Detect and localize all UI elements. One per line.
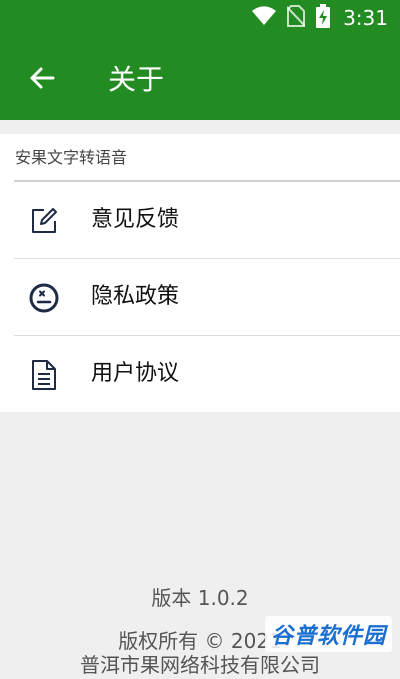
privacy-policy-item[interactable]: 隐私政策 xyxy=(0,259,400,336)
company-name: 普洱市果网络科技有限公司 xyxy=(80,653,320,677)
status-bar: 3:31 xyxy=(0,0,400,36)
status-icons: 3:31 xyxy=(251,4,388,32)
battery-charging-icon xyxy=(315,4,331,32)
user-agreement-item[interactable]: 用户协议 xyxy=(0,336,400,413)
watermark-text: 谷普软件园 xyxy=(270,624,386,649)
arrow-left-icon xyxy=(29,66,55,94)
page-title: 关于 xyxy=(108,63,165,96)
document-icon xyxy=(28,359,60,391)
section-header: 安果文字转语音 xyxy=(15,148,128,167)
user-agreement-label: 用户协议 xyxy=(91,361,180,386)
status-time: 3:31 xyxy=(343,6,388,30)
edit-icon xyxy=(28,205,60,237)
version-text: 版本 1.0.2 xyxy=(151,586,249,610)
feedback-item[interactable]: 意见反馈 xyxy=(0,182,400,259)
privacy-policy-label: 隐私政策 xyxy=(91,284,180,309)
wifi-icon xyxy=(251,6,277,30)
feedback-label: 意见反馈 xyxy=(91,207,180,232)
no-sim-icon xyxy=(286,5,306,31)
about-card: 安果文字转语音 意见反馈 隐私政策 用户协议 xyxy=(0,134,400,412)
privacy-icon xyxy=(28,282,60,314)
back-button[interactable] xyxy=(20,58,64,102)
watermark-logo: 谷普软件园 xyxy=(264,616,392,652)
app-bar: 关于 xyxy=(0,36,400,120)
